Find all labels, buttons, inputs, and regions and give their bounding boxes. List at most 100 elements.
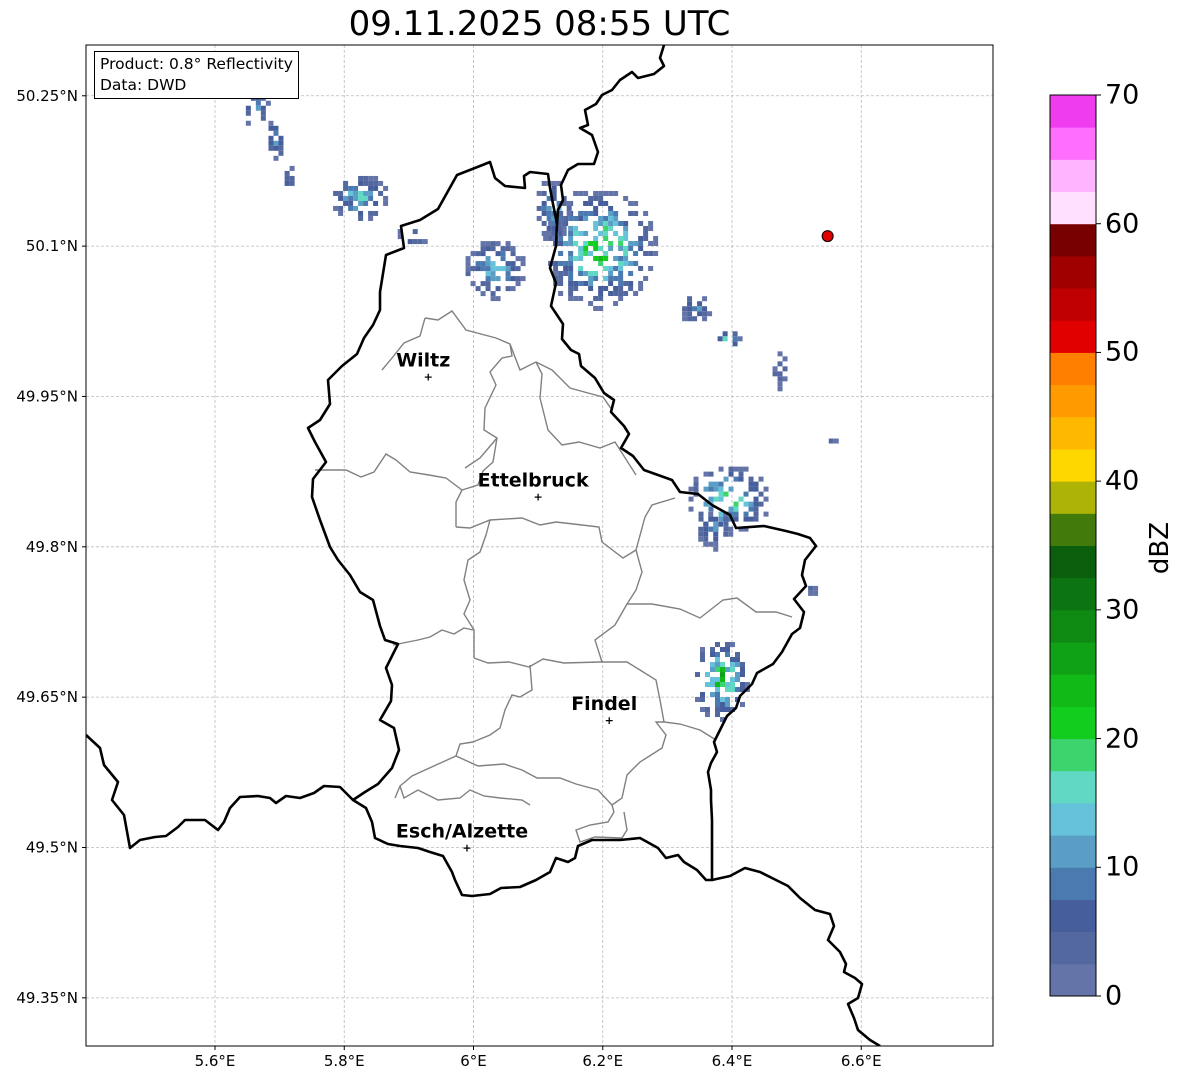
echo-pixel — [728, 486, 734, 492]
echo-pixel — [515, 266, 521, 272]
echo-pixel — [714, 682, 720, 688]
echo-pixel — [618, 245, 624, 251]
echo-pixel — [623, 235, 629, 241]
echo-pixel — [714, 677, 720, 683]
echo-pixel — [628, 285, 634, 291]
echo-pixel — [593, 305, 599, 311]
echo-pixel — [563, 215, 569, 221]
echo-pixel — [480, 291, 486, 297]
echo-pixel — [703, 541, 709, 547]
echo-pixel — [643, 230, 649, 236]
echo-pixel — [510, 251, 516, 257]
echo-pixel — [729, 657, 735, 663]
echo-pixel — [490, 291, 496, 297]
echo-pixel — [608, 290, 614, 296]
echo-pixel — [593, 225, 599, 231]
product-label: Product: 0.8° Reflectivity — [100, 55, 293, 73]
echo-pixel — [578, 210, 584, 216]
echo-pixel — [593, 240, 599, 246]
echo-pixel — [566, 210, 572, 216]
echo-pixel — [573, 255, 579, 261]
echo-pixel — [728, 531, 734, 537]
echo-pixel — [358, 175, 364, 181]
echo-pixel — [588, 210, 594, 216]
echo-pixel — [578, 230, 584, 236]
echo-pixel — [643, 275, 649, 281]
echo-pixel — [734, 672, 740, 678]
echo-pixel — [598, 290, 604, 296]
echo-pixel — [553, 260, 559, 266]
echo-pixel — [505, 241, 511, 247]
colorbar-segment — [1050, 223, 1096, 257]
colorbar-segment — [1050, 931, 1096, 965]
echo-pixel — [723, 521, 729, 527]
echo-pixel — [593, 270, 599, 276]
echo-pixel — [687, 301, 693, 307]
echo-pixel — [698, 526, 704, 532]
echo-pixel — [563, 260, 569, 266]
echo-pixel — [699, 652, 705, 658]
echo-pixel — [368, 180, 374, 186]
echo-pixel — [739, 662, 745, 668]
echo-pixel — [358, 180, 364, 186]
echo-pixel — [480, 266, 486, 272]
echo-pixel — [603, 215, 609, 221]
echo-pixel — [714, 702, 720, 708]
echo-pixel — [808, 585, 814, 591]
echo-pixel — [485, 281, 491, 287]
echo-pixel — [383, 200, 389, 206]
echo-pixel — [613, 265, 619, 271]
echo-pixel — [520, 261, 526, 267]
echo-pixel — [407, 239, 413, 245]
echo-pixel — [510, 261, 516, 267]
echo-pixel — [470, 266, 476, 272]
echo-pixel — [568, 290, 574, 296]
echo-pixel — [628, 200, 634, 206]
echo-pixel — [729, 687, 735, 693]
echo-pixel — [702, 311, 708, 317]
echo-pixel — [593, 205, 599, 211]
echo-pixel — [284, 170, 290, 176]
colorbar-segment — [1050, 481, 1096, 514]
place-marker-icon: + — [605, 714, 614, 727]
echo-pixel — [588, 200, 594, 206]
echo-pixel — [722, 331, 728, 337]
echo-pixel — [573, 190, 579, 196]
colorbar-segment — [1050, 770, 1096, 804]
echo-pixel — [505, 266, 511, 272]
echo-pixel — [510, 286, 516, 292]
echo-pixel — [278, 135, 284, 141]
echo-pixel — [598, 195, 604, 201]
echo-pixel — [268, 140, 274, 146]
echo-pixel — [583, 210, 589, 216]
echo-pixel — [573, 240, 579, 246]
echo-pixel — [485, 261, 491, 267]
echo-pixel — [608, 265, 614, 271]
echo-pixel — [490, 261, 496, 267]
echo-pixel — [260, 110, 266, 116]
echo-pixel — [273, 140, 279, 146]
echo-pixel — [485, 271, 491, 277]
echo-pixel — [603, 225, 609, 231]
echo-pixel — [348, 190, 354, 196]
x-tick-label: 6°E — [460, 1052, 487, 1070]
echo-pixel — [713, 481, 719, 487]
echo-pixel — [738, 496, 744, 502]
echo-pixel — [633, 240, 639, 246]
echo-pixel — [568, 240, 574, 246]
echo-pixel — [709, 682, 715, 688]
colorbar-segment — [1050, 416, 1096, 450]
echo-pixel — [363, 180, 369, 186]
echo-pixel — [613, 210, 619, 216]
echo-pixel — [653, 240, 659, 246]
colorbar-segment — [1050, 448, 1096, 482]
echo-pixel — [603, 235, 609, 241]
echo-pixel — [648, 265, 654, 271]
echo-pixel — [353, 205, 359, 211]
echo-pixel — [505, 246, 511, 252]
y-tick-label: 49.65°N — [16, 688, 78, 706]
echo-pixel — [713, 516, 719, 522]
place-label: Ettelbruck — [478, 470, 589, 492]
echo-pixel — [573, 285, 579, 291]
echo-pixel — [608, 210, 614, 216]
